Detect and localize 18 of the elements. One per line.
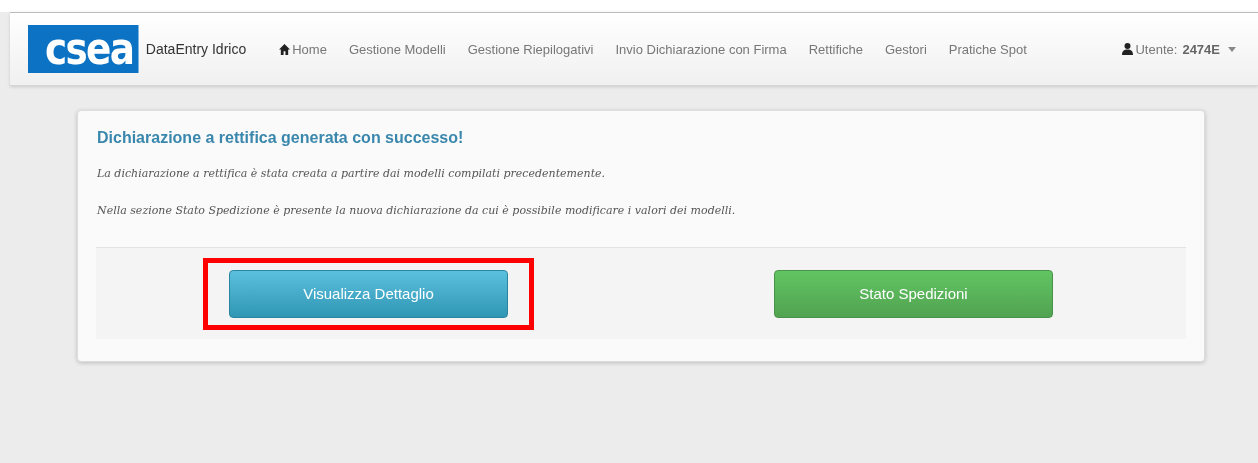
brand-name[interactable]: DataEntry Idrico (145, 41, 247, 57)
user-menu[interactable]: Utente: 2474E (1122, 41, 1236, 57)
caret-icon (1228, 46, 1236, 52)
message-text: Nella sezione Stato Spedizione è presente la nuova dichiarazione da cui è possibile modificare i valori dei modelli. (97, 204, 737, 217)
details-button[interactable]: Visualizza Dettaglio (229, 269, 508, 318)
status-button[interactable]: Stato Spedizioni (774, 269, 1053, 318)
nav-link[interactable]: Gestori (873, 41, 938, 57)
nav-link[interactable]: Gestione Riepilogativi (456, 41, 605, 57)
nav-link[interactable]: Invio Dichiarazione con Firma (604, 41, 798, 57)
nav-link[interactable]: Home (268, 41, 338, 57)
logo[interactable]: csea (28, 25, 139, 73)
panel-title: Dichiarazione a rettifica generata con successo! (97, 129, 465, 147)
nav-link[interactable]: Rettifiche (797, 41, 874, 57)
message-text: La dichiarazione a rettifica è stata creata a partire dai modelli compilati precedentemente. (97, 167, 607, 180)
nav-link[interactable]: Pratiche Spot (937, 41, 1038, 57)
home-icon (279, 43, 291, 55)
user-icon (1122, 43, 1134, 55)
nav-link[interactable]: Gestione Modelli (337, 41, 457, 57)
